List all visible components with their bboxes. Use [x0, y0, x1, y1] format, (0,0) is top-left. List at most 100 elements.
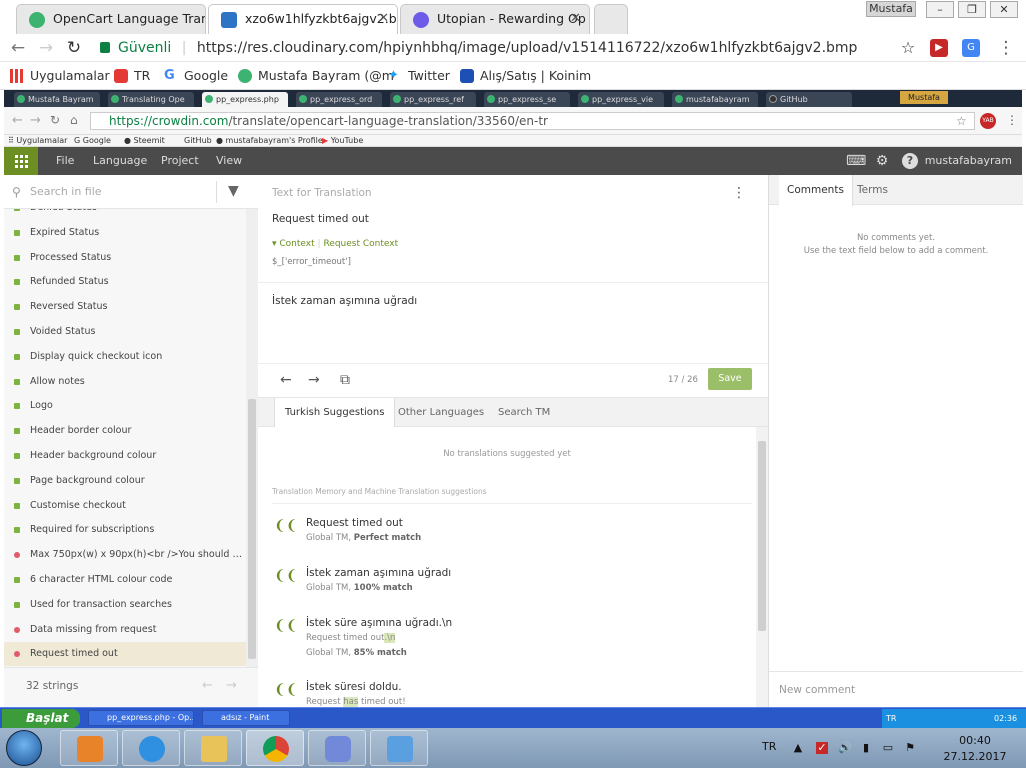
menu-file[interactable]: File	[56, 147, 74, 175]
clock-date[interactable]: 27.12.2017	[942, 750, 1008, 763]
tab-other-languages[interactable]: Other Languages	[388, 398, 494, 428]
menu-project[interactable]: Project	[161, 147, 199, 175]
string-list-item[interactable]: Allow notes	[4, 370, 246, 394]
suggestion-item[interactable]: ❨❨ Request timed out Global TM, Perfect …	[272, 517, 752, 565]
bookmark-star-icon[interactable]: ☆	[898, 38, 918, 58]
taskbar-media-player[interactable]	[60, 730, 118, 766]
tab-comments[interactable]: Comments	[779, 175, 853, 206]
tab-search-tm[interactable]: Search TM	[488, 398, 560, 428]
apps-grid-icon[interactable]	[4, 147, 38, 175]
string-list-item[interactable]: Request timed out	[4, 642, 246, 667]
string-list-item[interactable]: Customise checkout	[4, 494, 246, 518]
new-comment-input[interactable]: New comment	[769, 671, 1023, 707]
more-options-icon[interactable]: ⋮	[732, 185, 746, 201]
scrollbar-thumb[interactable]	[248, 399, 256, 659]
next-page-arrow-icon[interactable]: →	[226, 678, 237, 693]
string-list-item[interactable]: Page background colour	[4, 469, 246, 493]
next-string-arrow-icon[interactable]: →	[308, 372, 320, 388]
string-list-item[interactable]: Logo	[4, 394, 246, 418]
tray-language[interactable]: TR	[762, 740, 776, 753]
string-list-item[interactable]: Header border colour	[4, 419, 246, 443]
prev-page-arrow-icon[interactable]: ←	[202, 678, 213, 693]
display-icon[interactable]: ▭	[882, 742, 894, 754]
string-list-item[interactable]: Refunded Status	[4, 270, 246, 294]
profile-button[interactable]: Mustafa	[866, 1, 916, 17]
reload-icon[interactable]: ↻	[64, 38, 84, 58]
string-list-item[interactable]: Denied Status	[4, 209, 246, 220]
filter-icon[interactable]: ▼	[228, 183, 244, 201]
suggestion-item[interactable]: ❨❨ İstek süre aşımına uğradı.\n Request …	[272, 617, 752, 665]
string-list-item[interactable]: Expired Status	[4, 221, 246, 245]
string-list-item[interactable]: Max 750px(w) x 90px(h)<br />You should o…	[4, 543, 246, 567]
bookmark-google[interactable]: G Google	[164, 68, 228, 83]
request-context-link[interactable]: Request Context	[323, 239, 398, 249]
antivirus-icon[interactable]: ✓	[816, 742, 828, 754]
tray-expand-icon[interactable]: ▲	[792, 742, 804, 754]
new-tab-button[interactable]	[594, 4, 628, 34]
scrollbar-thumb[interactable]	[758, 441, 766, 631]
taskbar-file-explorer[interactable]	[184, 730, 242, 766]
suggestion-meta: Global TM, Perfect match	[306, 533, 421, 543]
taskbar-paint[interactable]	[370, 730, 428, 766]
network-icon[interactable]: ▮	[860, 742, 872, 754]
string-list-item[interactable]: Voided Status	[4, 320, 246, 344]
volume-icon[interactable]: 🔊	[838, 742, 852, 754]
context-toggle[interactable]: ▾ Context | Request Context	[272, 239, 398, 249]
bookmark-tr[interactable]: TR	[114, 68, 150, 83]
menu-view[interactable]: View	[216, 147, 242, 175]
copy-source-icon[interactable]: ⧉	[340, 372, 350, 388]
keyboard-icon[interactable]: ⌨	[846, 153, 866, 169]
string-list-item[interactable]: 6 character HTML colour code	[4, 568, 246, 592]
source-key: $_['error_timeout']	[272, 257, 351, 267]
inner-tab-label: pp_express.php	[216, 95, 279, 104]
gear-icon[interactable]: ⚙	[874, 153, 890, 169]
browser-tab-opencart[interactable]: OpenCart Language Tran	[16, 4, 206, 34]
save-button[interactable]: Save	[708, 368, 752, 390]
tab-terms[interactable]: Terms	[849, 175, 896, 206]
bookmark-apps[interactable]: Uygulamalar	[10, 68, 110, 83]
translation-textarea[interactable]: İstek zaman aşımına uğradı	[258, 283, 768, 363]
bookmark-mustafa[interactable]: Mustafa Bayram (@m	[238, 68, 394, 83]
close-window-button[interactable]: ✕	[990, 1, 1018, 18]
string-list-item[interactable]: Processed Status	[4, 246, 246, 270]
browser-tab-utopian[interactable]: Utopian - Rewarding Op ✕	[400, 4, 590, 34]
suggestion-text: İstek süresi doldu.	[306, 681, 402, 693]
string-list-item[interactable]: Data missing from request	[4, 618, 246, 642]
string-label: Reversed Status	[30, 301, 108, 313]
start-button[interactable]	[6, 730, 42, 766]
string-list-item[interactable]: Display quick checkout icon	[4, 345, 246, 369]
translate-extension-icon[interactable]: G	[962, 39, 980, 57]
taskbar-internet-explorer[interactable]	[122, 730, 180, 766]
extension-icon[interactable]: ▶	[930, 39, 948, 57]
taskbar-chrome[interactable]	[246, 730, 304, 766]
menu-language[interactable]: Language	[93, 147, 147, 175]
url-input[interactable]: Güvenli | https://res.cloudinary.com/hpi…	[94, 36, 924, 60]
previous-string-arrow-icon[interactable]: ←	[280, 372, 292, 388]
bookmark-twitter[interactable]: ✦ Twitter	[388, 68, 450, 83]
minimize-button[interactable]: –	[926, 1, 954, 18]
strings-scrollbar[interactable]	[246, 209, 258, 667]
close-tab-icon[interactable]: ✕	[378, 5, 389, 33]
suggestion-item[interactable]: ❨❨ İstek zaman aşımına uğradı Global TM,…	[272, 567, 752, 615]
string-list-item[interactable]: Used for transaction searches	[4, 593, 246, 617]
action-center-flag-icon[interactable]: ⚑	[904, 742, 916, 754]
menu-kebab-icon[interactable]: ⋮	[996, 38, 1016, 58]
bookmark-koinim[interactable]: Alış/Satış | Koinim	[460, 68, 591, 83]
string-list-item[interactable]: Required for subscriptions	[4, 518, 246, 542]
search-input[interactable]: Search in file	[30, 185, 102, 198]
username[interactable]: mustafabayram	[925, 147, 1012, 175]
close-tab-icon[interactable]: ✕	[570, 5, 581, 33]
back-arrow-icon[interactable]: ←	[8, 38, 28, 58]
clock-time[interactable]: 00:40	[950, 734, 1000, 747]
forward-arrow-icon[interactable]: →	[36, 38, 56, 58]
tab-turkish-suggestions[interactable]: Turkish Suggestions	[274, 398, 396, 429]
help-icon[interactable]: ?	[902, 153, 918, 169]
suggestions-scrollbar[interactable]	[756, 427, 768, 707]
taskbar-discord[interactable]	[308, 730, 366, 766]
string-list-item[interactable]: Reversed Status	[4, 295, 246, 319]
maximize-button[interactable]: ❐	[958, 1, 986, 18]
suggestion-item[interactable]: ❨❨ İstek süresi doldu. Request has timed…	[272, 681, 752, 707]
browser-tab-cloudinary[interactable]: xzo6w1hlfyzkbt6ajgv2.bm ✕	[208, 4, 398, 34]
string-list-item[interactable]: Header background colour	[4, 444, 246, 468]
suggestion-text: İstek süre aşımına uğradı.\n	[306, 617, 453, 629]
